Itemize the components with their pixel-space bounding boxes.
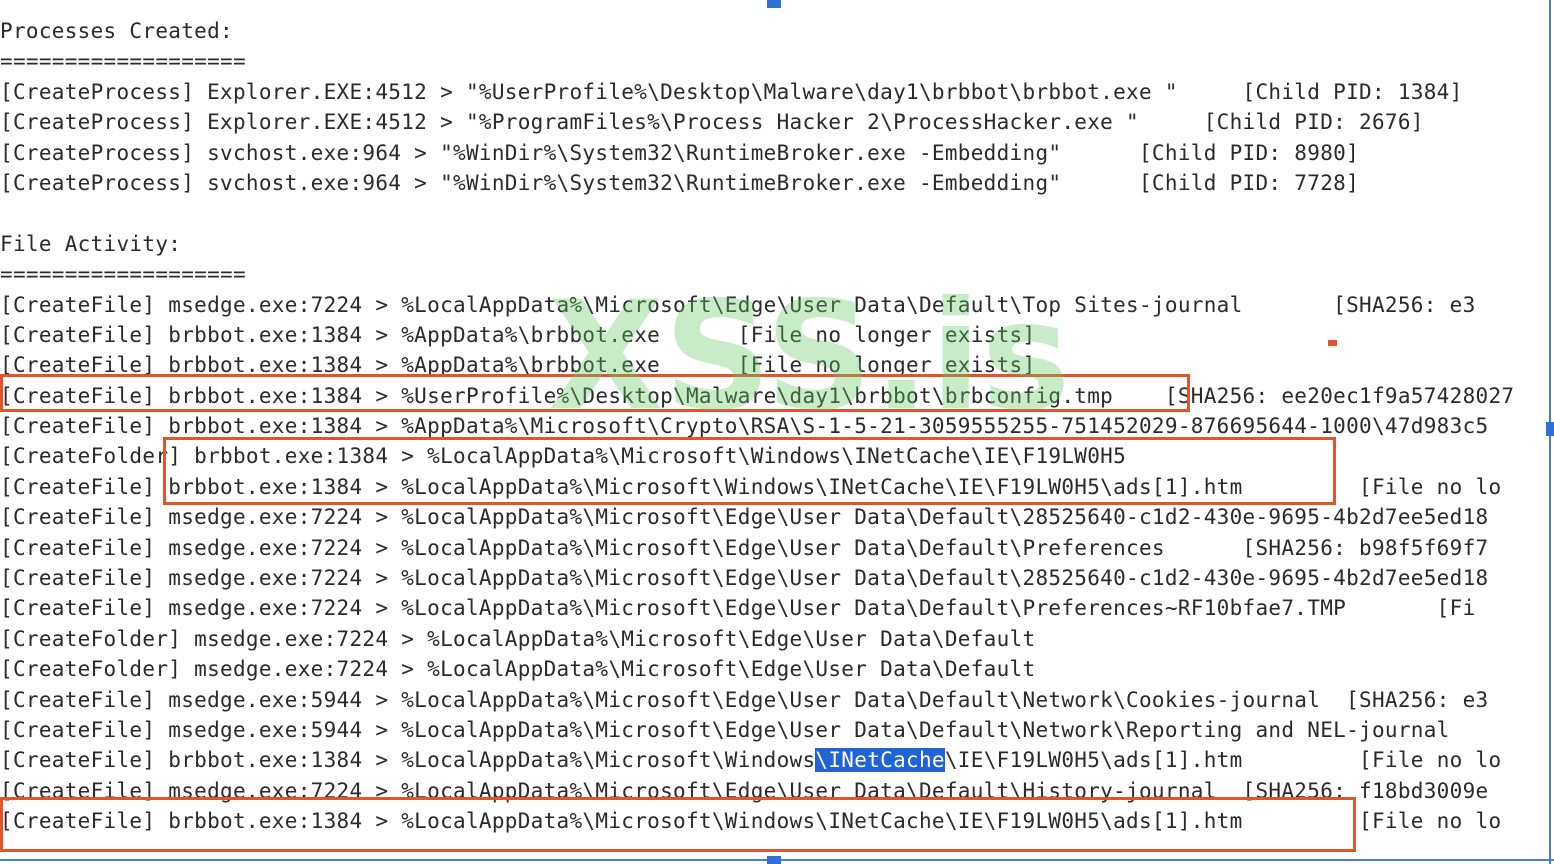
log-line-before-selection: [CreateFile] brbbot.exe:1384 > %LocalApp… <box>0 748 816 773</box>
section-underline: =================== <box>0 49 246 74</box>
log-line: [CreateFolder] msedge.exe:7224 > %LocalA… <box>0 657 1036 682</box>
section-underline: =================== <box>0 262 246 287</box>
selected-text[interactable]: \INetCache <box>815 748 945 773</box>
log-line: [CreateFolder] msedge.exe:7224 > %LocalA… <box>0 626 1036 651</box>
section-heading-processes: Processes Created: <box>0 19 233 43</box>
annotation-mark <box>1328 340 1337 346</box>
section-heading-file-activity: File Activity: <box>0 231 182 256</box>
highlight-box-ads-htm <box>0 797 1356 852</box>
log-line: [CreateFile] msedge.exe:7224 > %LocalApp… <box>0 596 1476 621</box>
log-line: [CreateFile] msedge.exe:7224 > %LocalApp… <box>0 292 1476 317</box>
log-text-area[interactable]: Processes Created: =================== [… <box>0 16 1545 837</box>
log-line: [CreateFile] msedge.exe:5944 > %LocalApp… <box>0 717 1450 742</box>
highlight-box-inetcache-folder <box>163 437 1336 505</box>
log-line: [CreateFile] msedge.exe:5944 > %LocalApp… <box>0 687 1489 712</box>
log-line-after-selection: \IE\F19LW0H5\ads[1].htm [File no lo <box>944 748 1502 773</box>
resize-handle-top[interactable] <box>767 0 781 8</box>
log-line: [CreateProcess] Explorer.EXE:4512 > "%Pr… <box>0 110 1424 135</box>
log-line: [CreateFile] msedge.exe:7224 > %LocalApp… <box>0 505 1489 530</box>
log-line-with-selection: [CreateFile] brbbot.exe:1384 > %LocalApp… <box>0 745 1545 775</box>
resize-handle-bottom[interactable] <box>767 856 781 864</box>
log-line: [CreateProcess] svchost.exe:964 > "%WinD… <box>0 140 1360 165</box>
highlight-box-brbconfig <box>0 374 1190 412</box>
log-line: [CreateFile] msedge.exe:7224 > %LocalApp… <box>0 535 1489 560</box>
log-line: [CreateFile] brbbot.exe:1384 > %AppData%… <box>0 322 1036 347</box>
log-line: [CreateProcess] Explorer.EXE:4512 > "%Us… <box>0 79 1463 104</box>
log-line: [CreateFile] msedge.exe:7224 > %LocalApp… <box>0 566 1489 591</box>
log-line: [CreateProcess] svchost.exe:964 > "%WinD… <box>0 170 1360 195</box>
resize-handle-right[interactable] <box>1546 422 1554 436</box>
